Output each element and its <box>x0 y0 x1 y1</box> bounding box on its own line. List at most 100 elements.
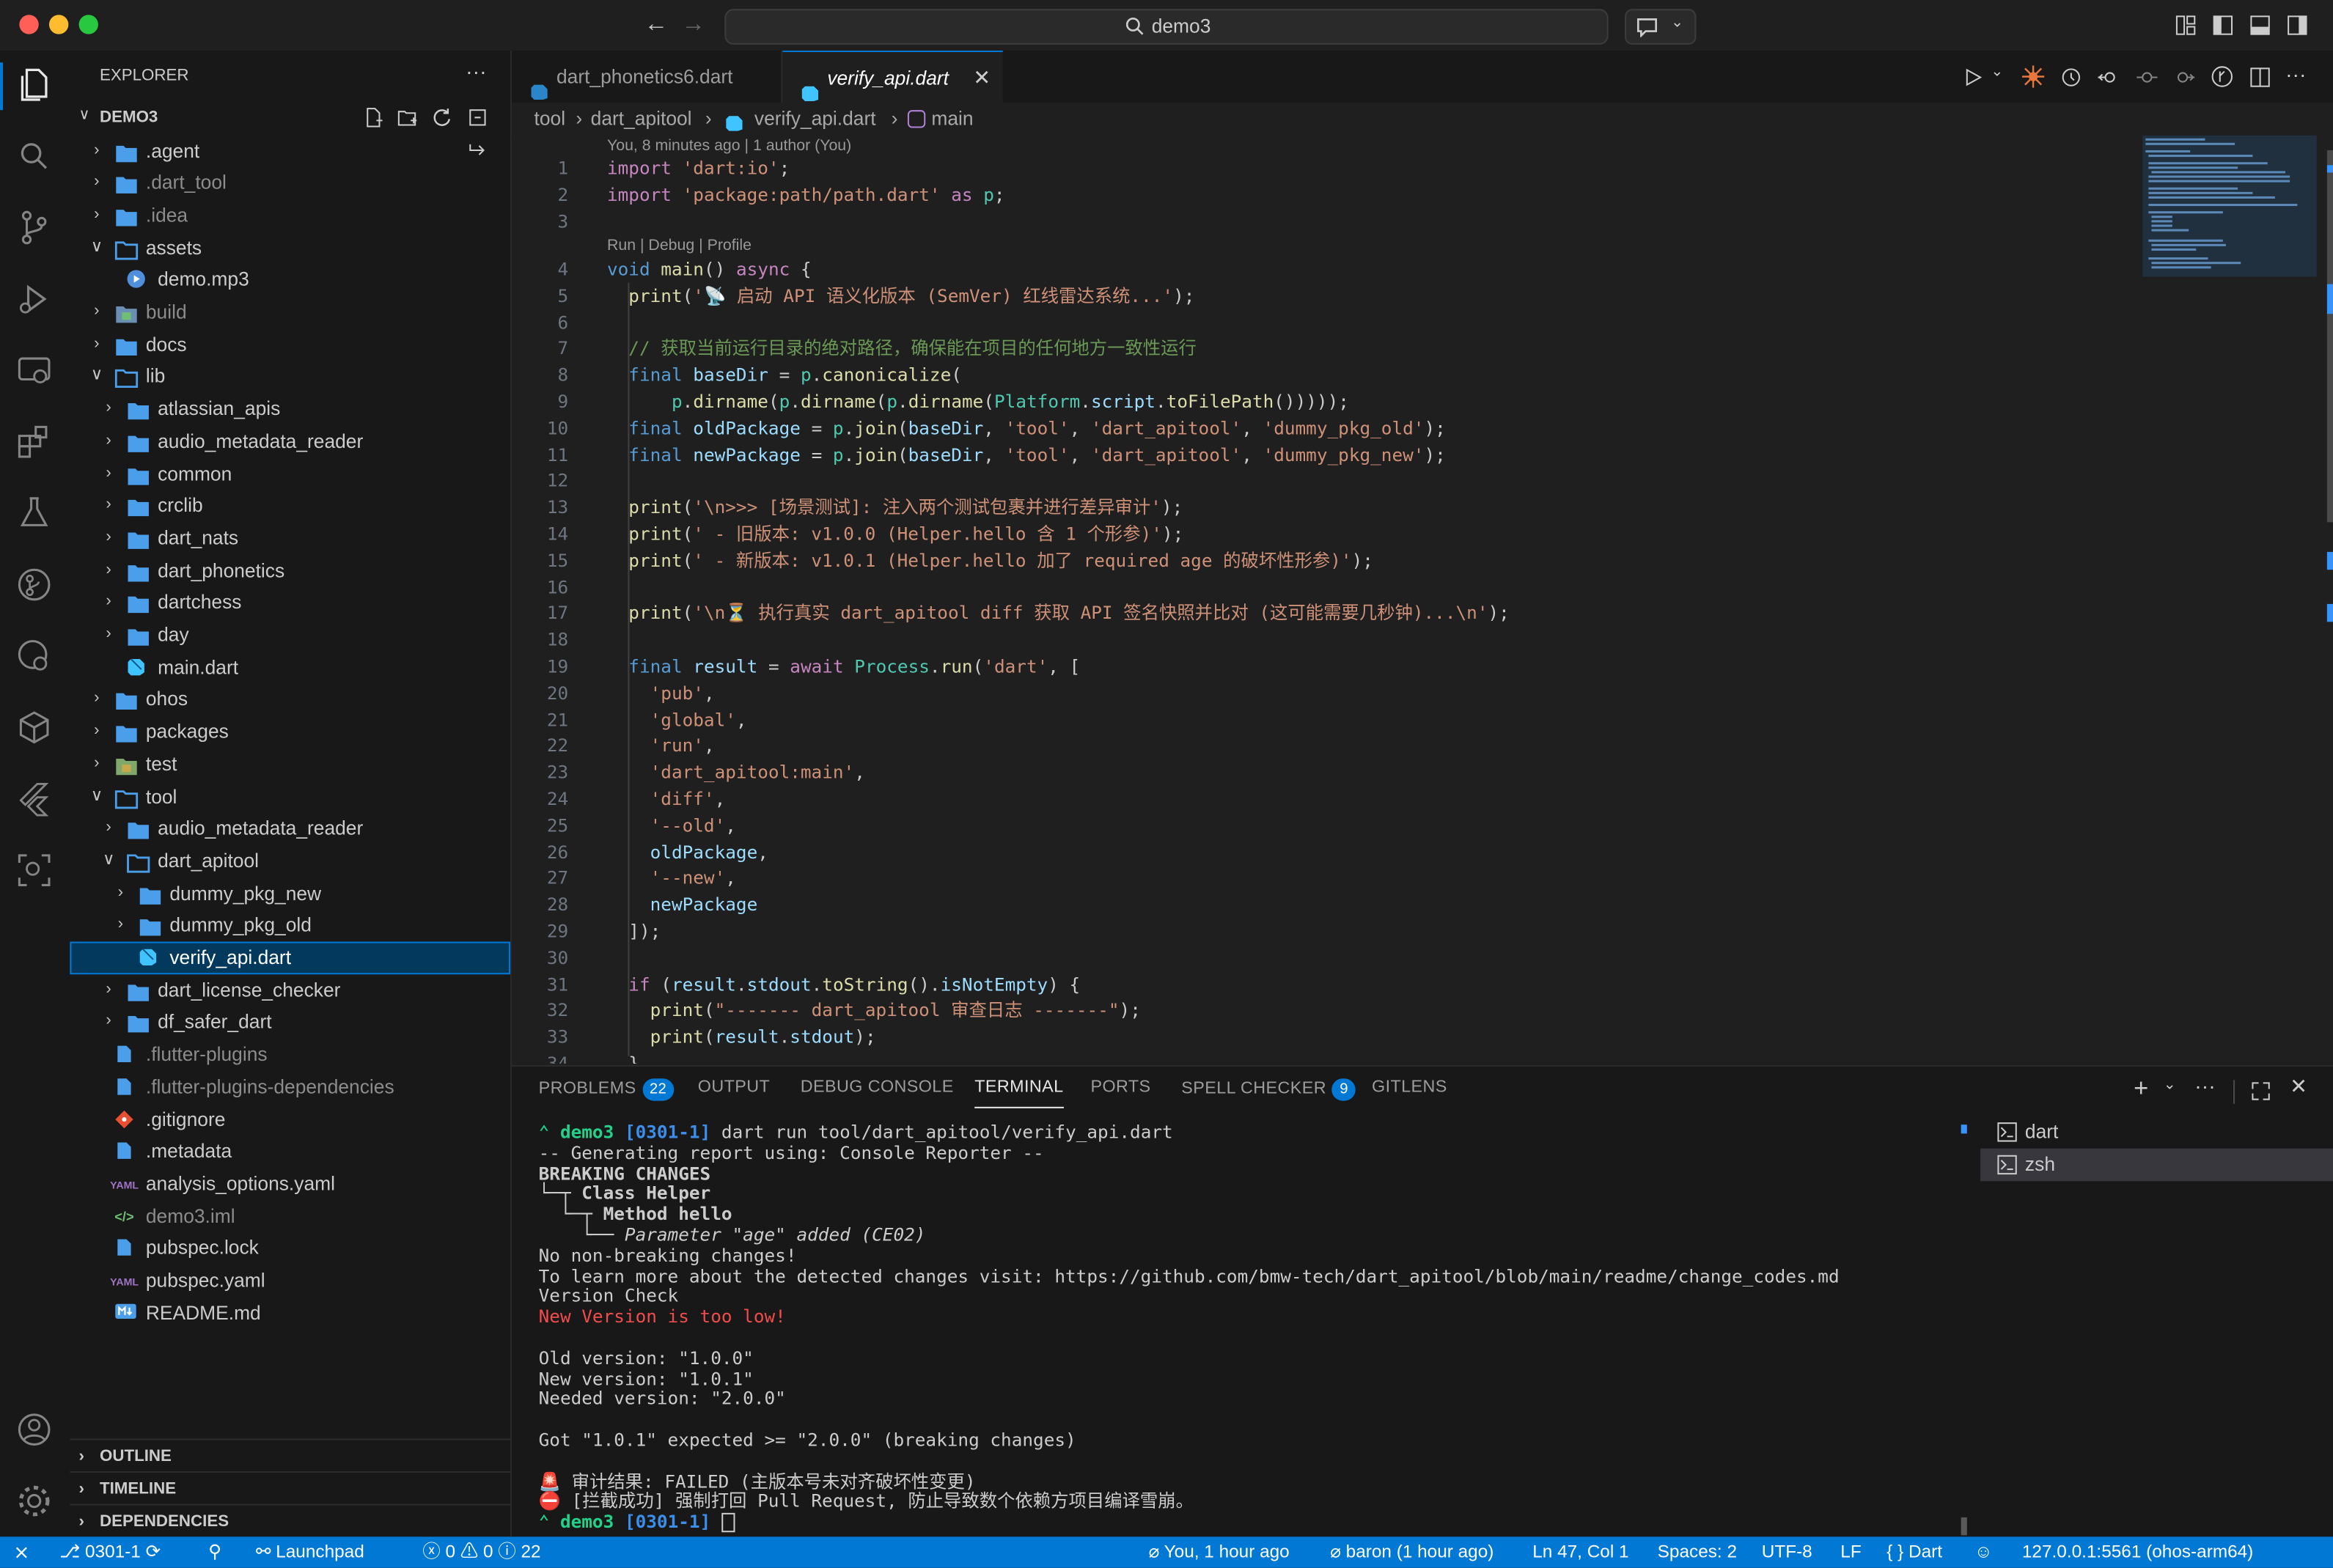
tree-folder-audio-metadata-reader[interactable]: › audio_metadata_reader <box>70 812 510 844</box>
line-number[interactable]: 7 <box>512 336 569 363</box>
line-number[interactable]: 10 <box>512 416 568 443</box>
line-number[interactable]: 16 <box>512 575 568 602</box>
tree-folder-dartchess[interactable]: › dartchess <box>70 586 510 619</box>
close-window-button[interactable] <box>19 15 39 34</box>
code-line[interactable]: final oldPackage = p.join(baseDir, 'tool… <box>607 416 1445 443</box>
line-number[interactable]: 29 <box>512 919 568 946</box>
more-actions-icon[interactable]: ··· <box>2194 1074 2215 1097</box>
code-line[interactable]: final result = await Process.run('dart',… <box>607 655 1080 681</box>
line-number[interactable]: 33 <box>512 1026 568 1052</box>
tree-file-analysis-options-yaml[interactable]: YAML analysis_options.yaml <box>70 1168 510 1200</box>
timeline-section[interactable]: › TIMELINE <box>70 1471 511 1506</box>
tree-folder-agent[interactable]: › .agent <box>70 135 510 167</box>
line-number[interactable]: 25 <box>512 814 568 840</box>
line-number[interactable]: 32 <box>512 998 568 1025</box>
code-line[interactable]: // 获取当前运行目录的绝对路径，确保能在项目的任何地方一致性运行 <box>607 336 1197 363</box>
tree-file-demo-mp3[interactable]: demo.mp3 <box>70 264 510 296</box>
package-box-icon[interactable] <box>15 708 54 747</box>
tree-file-flutter-plugins-dependencies[interactable]: .flutter-plugins-dependencies <box>70 1071 510 1103</box>
commit-icon[interactable] <box>2137 67 2158 87</box>
tree-folder-packages[interactable]: › packages <box>70 715 510 748</box>
toggle-panel-icon[interactable] <box>2249 15 2270 35</box>
close-tab-icon[interactable]: ✕ <box>973 52 991 104</box>
line-number[interactable]: 34 <box>512 1052 568 1064</box>
line-number[interactable]: 3 <box>512 209 569 235</box>
forward-arrow-icon[interactable]: → <box>681 12 705 39</box>
line-number[interactable]: 23 <box>512 760 568 787</box>
tree-file-verify-api-dart[interactable]: verify_api.dart <box>70 941 511 974</box>
code-line[interactable]: newPackage <box>607 893 758 919</box>
code-line[interactable]: if (result.stdout.toString().isNotEmpty)… <box>607 972 1080 998</box>
new-terminal-icon[interactable]: + <box>2134 1074 2148 1104</box>
code-line[interactable]: '--old', <box>607 814 736 840</box>
line-number[interactable]: 4 <box>512 257 569 284</box>
line-number[interactable]: 12 <box>512 469 568 496</box>
line-number[interactable]: 21 <box>512 707 568 734</box>
gitlens-compare-icon[interactable] <box>2211 65 2233 87</box>
tree-folder-crclib[interactable]: › crclib <box>70 490 510 522</box>
breadcrumb-tool[interactable]: tool <box>534 103 566 136</box>
end-of-line[interactable]: LF <box>1840 1536 1861 1568</box>
code-line[interactable]: final newPackage = p.join(baseDir, 'tool… <box>607 443 1445 469</box>
tree-folder-dart-nats[interactable]: › dart_nats <box>70 522 510 554</box>
tree-file-demo3-iml[interactable]: </> demo3.iml <box>70 1200 510 1232</box>
code-line[interactable]: import 'dart:io'; <box>607 156 790 183</box>
tree-folder-idea[interactable]: › .idea <box>70 199 510 232</box>
device-selector[interactable]: 127.0.0.1:5561 (ohos-arm64) <box>2022 1536 2253 1568</box>
tree-file-main-dart[interactable]: main.dart <box>70 651 510 683</box>
dependencies-section[interactable]: › DEPENDENCIES <box>70 1503 511 1539</box>
gitlens-icon[interactable] <box>15 565 54 604</box>
collapse-all-icon[interactable] <box>467 107 488 128</box>
code-line[interactable]: } <box>607 1052 639 1064</box>
minimap[interactable] <box>2142 135 2318 284</box>
tab-output[interactable]: OUTPUT <box>698 1078 770 1096</box>
toggle-secondary-sidebar-icon[interactable] <box>2287 15 2307 35</box>
tab-terminal[interactable]: TERMINAL <box>974 1078 1064 1108</box>
copilot-chat-button[interactable]: ⌄ <box>1625 9 1697 45</box>
tree-folder-dart-apitool[interactable]: ∨ dart_apitool <box>70 844 510 877</box>
run-debug-lens[interactable]: Run | Debug | Profile <box>607 237 752 254</box>
git-author-item[interactable]: ⌀ baron (1 hour ago) <box>1330 1536 1494 1568</box>
tab-spell-checker[interactable]: SPELL CHECKER 9 <box>1181 1078 1356 1101</box>
tree-folder-dart-phonetics[interactable]: › dart_phonetics <box>70 554 510 586</box>
customize-layout-icon[interactable] <box>2175 15 2196 35</box>
tab-ports[interactable]: PORTS <box>1091 1078 1151 1096</box>
outline-section[interactable]: › OUTLINE <box>70 1438 511 1473</box>
tree-folder-atlassian-apis[interactable]: › atlassian_apis <box>70 393 510 425</box>
editor-scrollbar[interactable] <box>2316 135 2333 1064</box>
tree-file-metadata[interactable]: .metadata <box>70 1135 510 1168</box>
code-line[interactable]: print('\n>>> [场景测试]: 注入两个测试包裹并进行差异审计'); <box>607 496 1183 522</box>
line-number[interactable]: 27 <box>512 866 568 893</box>
line-number[interactable]: 11 <box>512 443 568 469</box>
run-dart-icon[interactable] <box>1963 67 1983 87</box>
scan-inspect-icon[interactable] <box>15 851 54 890</box>
tree-file-pubspec-yaml[interactable]: YAML pubspec.yaml <box>70 1265 510 1297</box>
indentation[interactable]: Spaces: 2 <box>1658 1536 1737 1568</box>
source-control-icon[interactable] <box>15 208 54 247</box>
code-line[interactable]: print(result.stdout); <box>607 1026 876 1052</box>
tree-folder-dummy-pkg-old[interactable]: › dummy_pkg_old <box>70 910 510 942</box>
scrollbar-thumb[interactable] <box>2326 150 2333 523</box>
extensions-icon[interactable] <box>15 422 54 461</box>
terminal-output[interactable]: ⌃ demo3 [0301-1] dart run tool/dart_apit… <box>539 1119 1952 1536</box>
code-line[interactable]: 'dart_apitool:main', <box>607 760 865 787</box>
breadcrumb-dart-apitool[interactable]: dart_apitool <box>591 103 692 136</box>
tree-folder-dart-license-checker[interactable]: › dart_license_checker <box>70 974 510 1006</box>
code-line[interactable]: print(' - 旧版本: v1.0.0 (Helper.hello 含 1 … <box>607 522 1183 548</box>
line-number[interactable]: 22 <box>512 734 568 760</box>
git-graph-icon[interactable]: ⚲ <box>208 1536 221 1568</box>
code-line[interactable]: 'diff', <box>607 787 726 814</box>
history-icon[interactable] <box>2061 67 2082 87</box>
line-number[interactable]: 17 <box>512 602 568 628</box>
breadcrumb-symbol[interactable]: main <box>931 103 973 136</box>
chevron-down-icon[interactable]: ⌄ <box>1991 64 2003 80</box>
chevron-down-icon[interactable]: ⌄ <box>2164 1077 2176 1093</box>
copilot-icon[interactable]: ☺ <box>1974 1536 1993 1568</box>
line-number[interactable]: 18 <box>512 628 568 655</box>
tree-folder-df-safer-dart[interactable]: › df_safer_dart <box>70 1006 510 1039</box>
tree-folder-audio-metadata-reader[interactable]: › audio_metadata_reader <box>70 425 510 457</box>
previous-change-icon[interactable] <box>2098 67 2118 87</box>
tree-folder-day[interactable]: › day <box>70 619 510 651</box>
search-icon[interactable] <box>15 137 54 176</box>
line-number[interactable]: 30 <box>512 946 568 972</box>
